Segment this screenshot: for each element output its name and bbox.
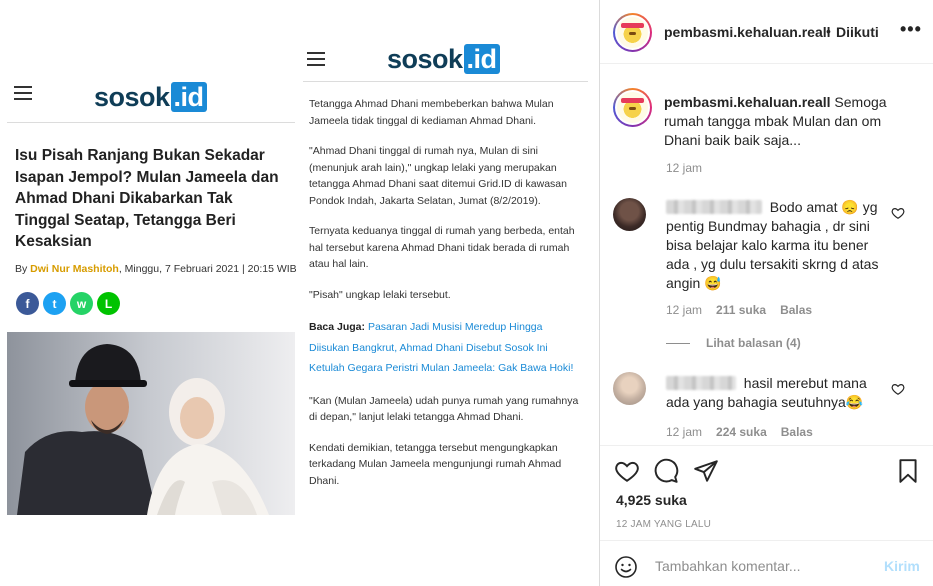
caption-text: pembasmi.kehaluan.reall Semoga rumah tan… <box>664 93 914 150</box>
left-site-header: sosok .id <box>7 73 295 123</box>
sosok-logo[interactable]: sosok .id <box>387 44 500 75</box>
comment-likes[interactable]: 224 suka <box>716 425 767 439</box>
share-buttons: f t w L <box>16 292 120 315</box>
caption-avatar[interactable] <box>613 88 652 127</box>
save-bookmark-icon[interactable] <box>895 458 921 484</box>
twitter-icon[interactable]: t <box>43 292 66 315</box>
paragraph-5: "Kan (Mulan Jameela) udah punya rumah ya… <box>309 394 579 424</box>
logo-word: sosok <box>94 82 170 112</box>
add-comment-bar: Kirim <box>600 540 933 586</box>
likes-count[interactable]: 4,925 suka <box>616 492 687 508</box>
byline-prefix: By <box>15 263 31 275</box>
paragraph-2: "Ahmad Dhani tinggal di rumah nya, Mulan… <box>309 145 567 207</box>
article-headline: Isu Pisah Ranjang Bukan Sekadar Isapan J… <box>15 147 279 250</box>
line-icon[interactable]: L <box>97 292 120 315</box>
profile-avatar[interactable] <box>613 13 652 52</box>
instagram-post-panel: pembasmi.kehaluan.reall • Diikuti ••• pe… <box>599 0 933 586</box>
comment-likes[interactable]: 211 suka <box>716 303 766 317</box>
article-body: Tetangga Ahmad Dhani membeberkan bahwa M… <box>309 96 581 503</box>
comment-like-heart-icon[interactable] <box>891 206 905 220</box>
reply-button[interactable]: Balas <box>780 303 812 317</box>
paragraph-1: Tetangga Ahmad Dhani membeberkan bahwa M… <box>309 98 554 127</box>
comment-meta: 12 jam 224 suka Balas <box>666 425 813 439</box>
blurred-username[interactable] <box>666 376 736 390</box>
article-photo <box>7 332 295 515</box>
avatar-image <box>617 92 648 123</box>
composite-screenshot: sosok .id Isu Pisah Ranjang Bukan Sekadar… <box>0 0 933 586</box>
comment-input[interactable] <box>655 555 865 577</box>
comment-bubble-icon[interactable] <box>653 458 679 484</box>
couple-photo-illustration <box>7 332 295 515</box>
hamburger-menu-icon[interactable] <box>14 86 32 104</box>
reply-button[interactable]: Balas <box>781 425 813 439</box>
post-comment-button[interactable]: Kirim <box>884 558 920 574</box>
baca-juga: Baca Juga: Pasaran Jadi Musisi Meredup H… <box>309 317 581 379</box>
paragraph-3: Ternyata keduanya tinggal di rumah yang … <box>309 225 575 270</box>
middle-article-panel: sosok .id Tetangga Ahmad Dhani membeberka… <box>303 38 588 586</box>
post-header: pembasmi.kehaluan.reall • Diikuti ••• <box>600 0 933 64</box>
caption-time: 12 jam <box>666 161 703 175</box>
paragraph-4: "Pisah" ungkap lelaki tersebut. <box>309 288 451 301</box>
byline-date: , Minggu, 7 Februari 2021 | 20:15 WIB <box>118 263 297 275</box>
view-replies-label: Lihat balasan (4) <box>706 336 801 350</box>
comment-text: Bodo amat 😞 yg pentig Bundmay bahagia , … <box>666 198 888 293</box>
commenter-avatar[interactable] <box>613 198 646 231</box>
logo-tld: .id <box>170 82 207 112</box>
logo-word: sosok <box>387 44 463 74</box>
facebook-icon[interactable]: f <box>16 292 39 315</box>
separator-dot: • <box>826 23 831 39</box>
comment-time: 12 jam <box>666 425 703 439</box>
share-paper-plane-icon[interactable] <box>693 458 719 484</box>
author-link[interactable]: Dwi Nur Mashitoh <box>30 263 119 275</box>
username-link[interactable]: pembasmi.kehaluan.reall <box>664 24 831 40</box>
comment-time: 12 jam <box>666 303 703 317</box>
comment-like-heart-icon[interactable] <box>891 382 905 396</box>
avatar-image <box>617 17 648 48</box>
left-article-panel: sosok .id Isu Pisah Ranjang Bukan Sekadar… <box>7 73 297 583</box>
article-byline: By Dwi Nur Mashitoh, Minggu, 7 Februari … <box>15 263 300 275</box>
comment-text: hasil merebut mana ada yang bahagia seut… <box>666 374 888 412</box>
post-timestamp: 12 JAM YANG LALU <box>616 519 712 530</box>
more-options-icon[interactable]: ••• <box>900 19 922 40</box>
sosok-logo[interactable]: sosok .id <box>94 82 207 113</box>
emoji-icon[interactable] <box>614 555 638 579</box>
whatsapp-icon[interactable]: w <box>70 292 93 315</box>
commenter-avatar[interactable] <box>613 372 646 405</box>
blurred-username[interactable] <box>666 200 762 214</box>
caption-username[interactable]: pembasmi.kehaluan.reall <box>664 94 831 110</box>
hamburger-menu-icon[interactable] <box>307 52 325 70</box>
paragraph-6: Kendati demikian, tetangga tersebut meng… <box>309 441 562 487</box>
comment-meta: 12 jam 211 suka Balas <box>666 303 812 317</box>
replies-line <box>666 342 690 344</box>
logo-tld: .id <box>463 44 500 74</box>
following-button[interactable]: Diikuti <box>836 24 879 40</box>
post-actions: 4,925 suka 12 JAM YANG LALU <box>600 445 933 540</box>
like-heart-icon[interactable] <box>614 458 640 484</box>
baca-juga-label: Baca Juga: <box>309 321 368 333</box>
view-replies-button[interactable]: Lihat balasan (4) <box>666 336 801 350</box>
middle-site-header: sosok .id <box>303 38 588 82</box>
